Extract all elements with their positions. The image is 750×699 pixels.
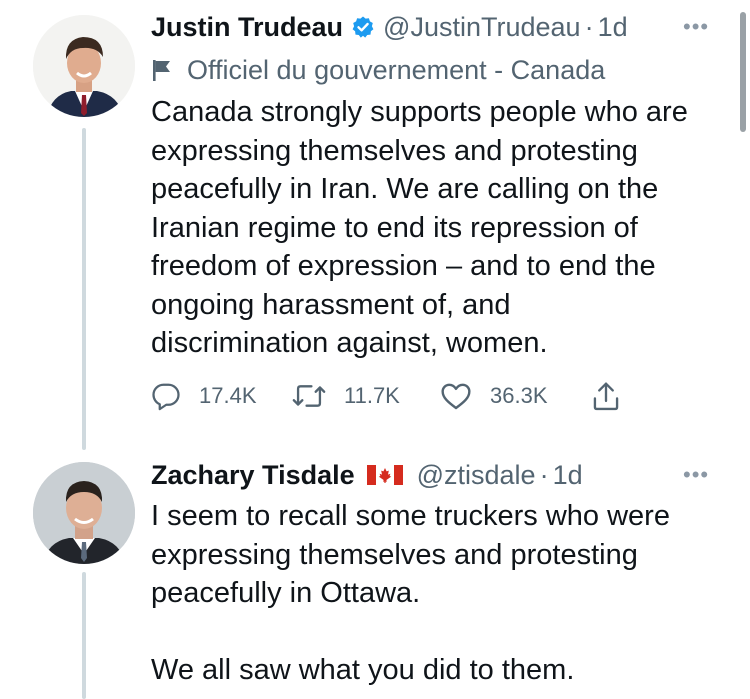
tweet-text-line: expressing themselves and protesting xyxy=(151,538,638,571)
like-button[interactable]: 36.3K xyxy=(440,378,548,414)
thread-line-top xyxy=(82,128,86,450)
like-icon xyxy=(441,383,471,410)
tweet-header: Zachary Tisdale @ztisdale · 1d xyxy=(151,458,583,492)
retweet-button[interactable]: 11.7K xyxy=(292,378,400,414)
government-label: Officiel du gouvernement - Canada xyxy=(151,53,605,87)
verified-badge-icon xyxy=(351,15,375,39)
separator: · xyxy=(584,11,594,42)
timestamp[interactable]: 1d xyxy=(553,460,583,491)
avatar[interactable] xyxy=(33,15,135,117)
government-label-text: Officiel du gouvernement - Canada xyxy=(187,54,606,85)
flag-icon xyxy=(151,58,173,82)
tweet-text-line: peacefully in Ottawa. xyxy=(151,577,421,609)
tweet-text: I seem to recall some truckers who were … xyxy=(151,497,670,690)
avatar-portrait-icon xyxy=(33,15,135,117)
tweet-text-line: discrimination against, women. xyxy=(151,327,548,359)
share-button[interactable] xyxy=(591,378,639,414)
avatar-portrait-icon xyxy=(33,462,135,564)
reply-count: 17.4K xyxy=(199,383,257,408)
like-count: 36.3K xyxy=(490,383,548,408)
author-handle[interactable]: @JustinTrudeau xyxy=(383,12,581,43)
tweet-text: Canada strongly supports people who are … xyxy=(151,93,688,363)
author-name[interactable]: Justin Trudeau xyxy=(151,12,343,43)
tweet-header: Justin Trudeau @JustinTrudeau · 1d xyxy=(151,10,628,44)
retweet-icon xyxy=(292,385,326,407)
author-handle[interactable]: @ztisdale xyxy=(417,460,536,491)
tweet-text-line: ongoing harassment of, and xyxy=(151,288,511,321)
reply-icon xyxy=(152,383,180,411)
more-icon[interactable]: ••• xyxy=(683,14,709,40)
canada-flag-icon xyxy=(366,465,403,485)
tweet-text-line: freedom of expression – and to end the xyxy=(151,250,656,282)
tweet-text-line: We all saw what you did to them. xyxy=(151,654,575,686)
thread-line-bottom xyxy=(82,572,86,699)
reply-button[interactable]: 17.4K xyxy=(151,378,257,414)
avatar[interactable] xyxy=(33,462,135,564)
tweet-text-line: Iranian regime to end its repression of xyxy=(151,211,638,244)
tweet-text-line: I seem to recall some truckers who were xyxy=(151,500,670,532)
separator: · xyxy=(539,459,549,490)
scrollbar[interactable] xyxy=(740,12,746,132)
more-icon[interactable]: ••• xyxy=(683,462,709,488)
tweet-text-line: peacefully in Iran. We are calling on th… xyxy=(151,173,659,205)
share-icon xyxy=(593,382,619,411)
tweet-text-line xyxy=(151,613,670,652)
tweet-text-line: expressing themselves and protesting xyxy=(151,134,638,167)
tweet-text-line: Canada strongly supports people who are xyxy=(151,96,688,128)
timestamp[interactable]: 1d xyxy=(598,12,628,43)
retweet-count: 11.7K xyxy=(344,383,400,408)
author-name[interactable]: Zachary Tisdale xyxy=(151,460,355,491)
